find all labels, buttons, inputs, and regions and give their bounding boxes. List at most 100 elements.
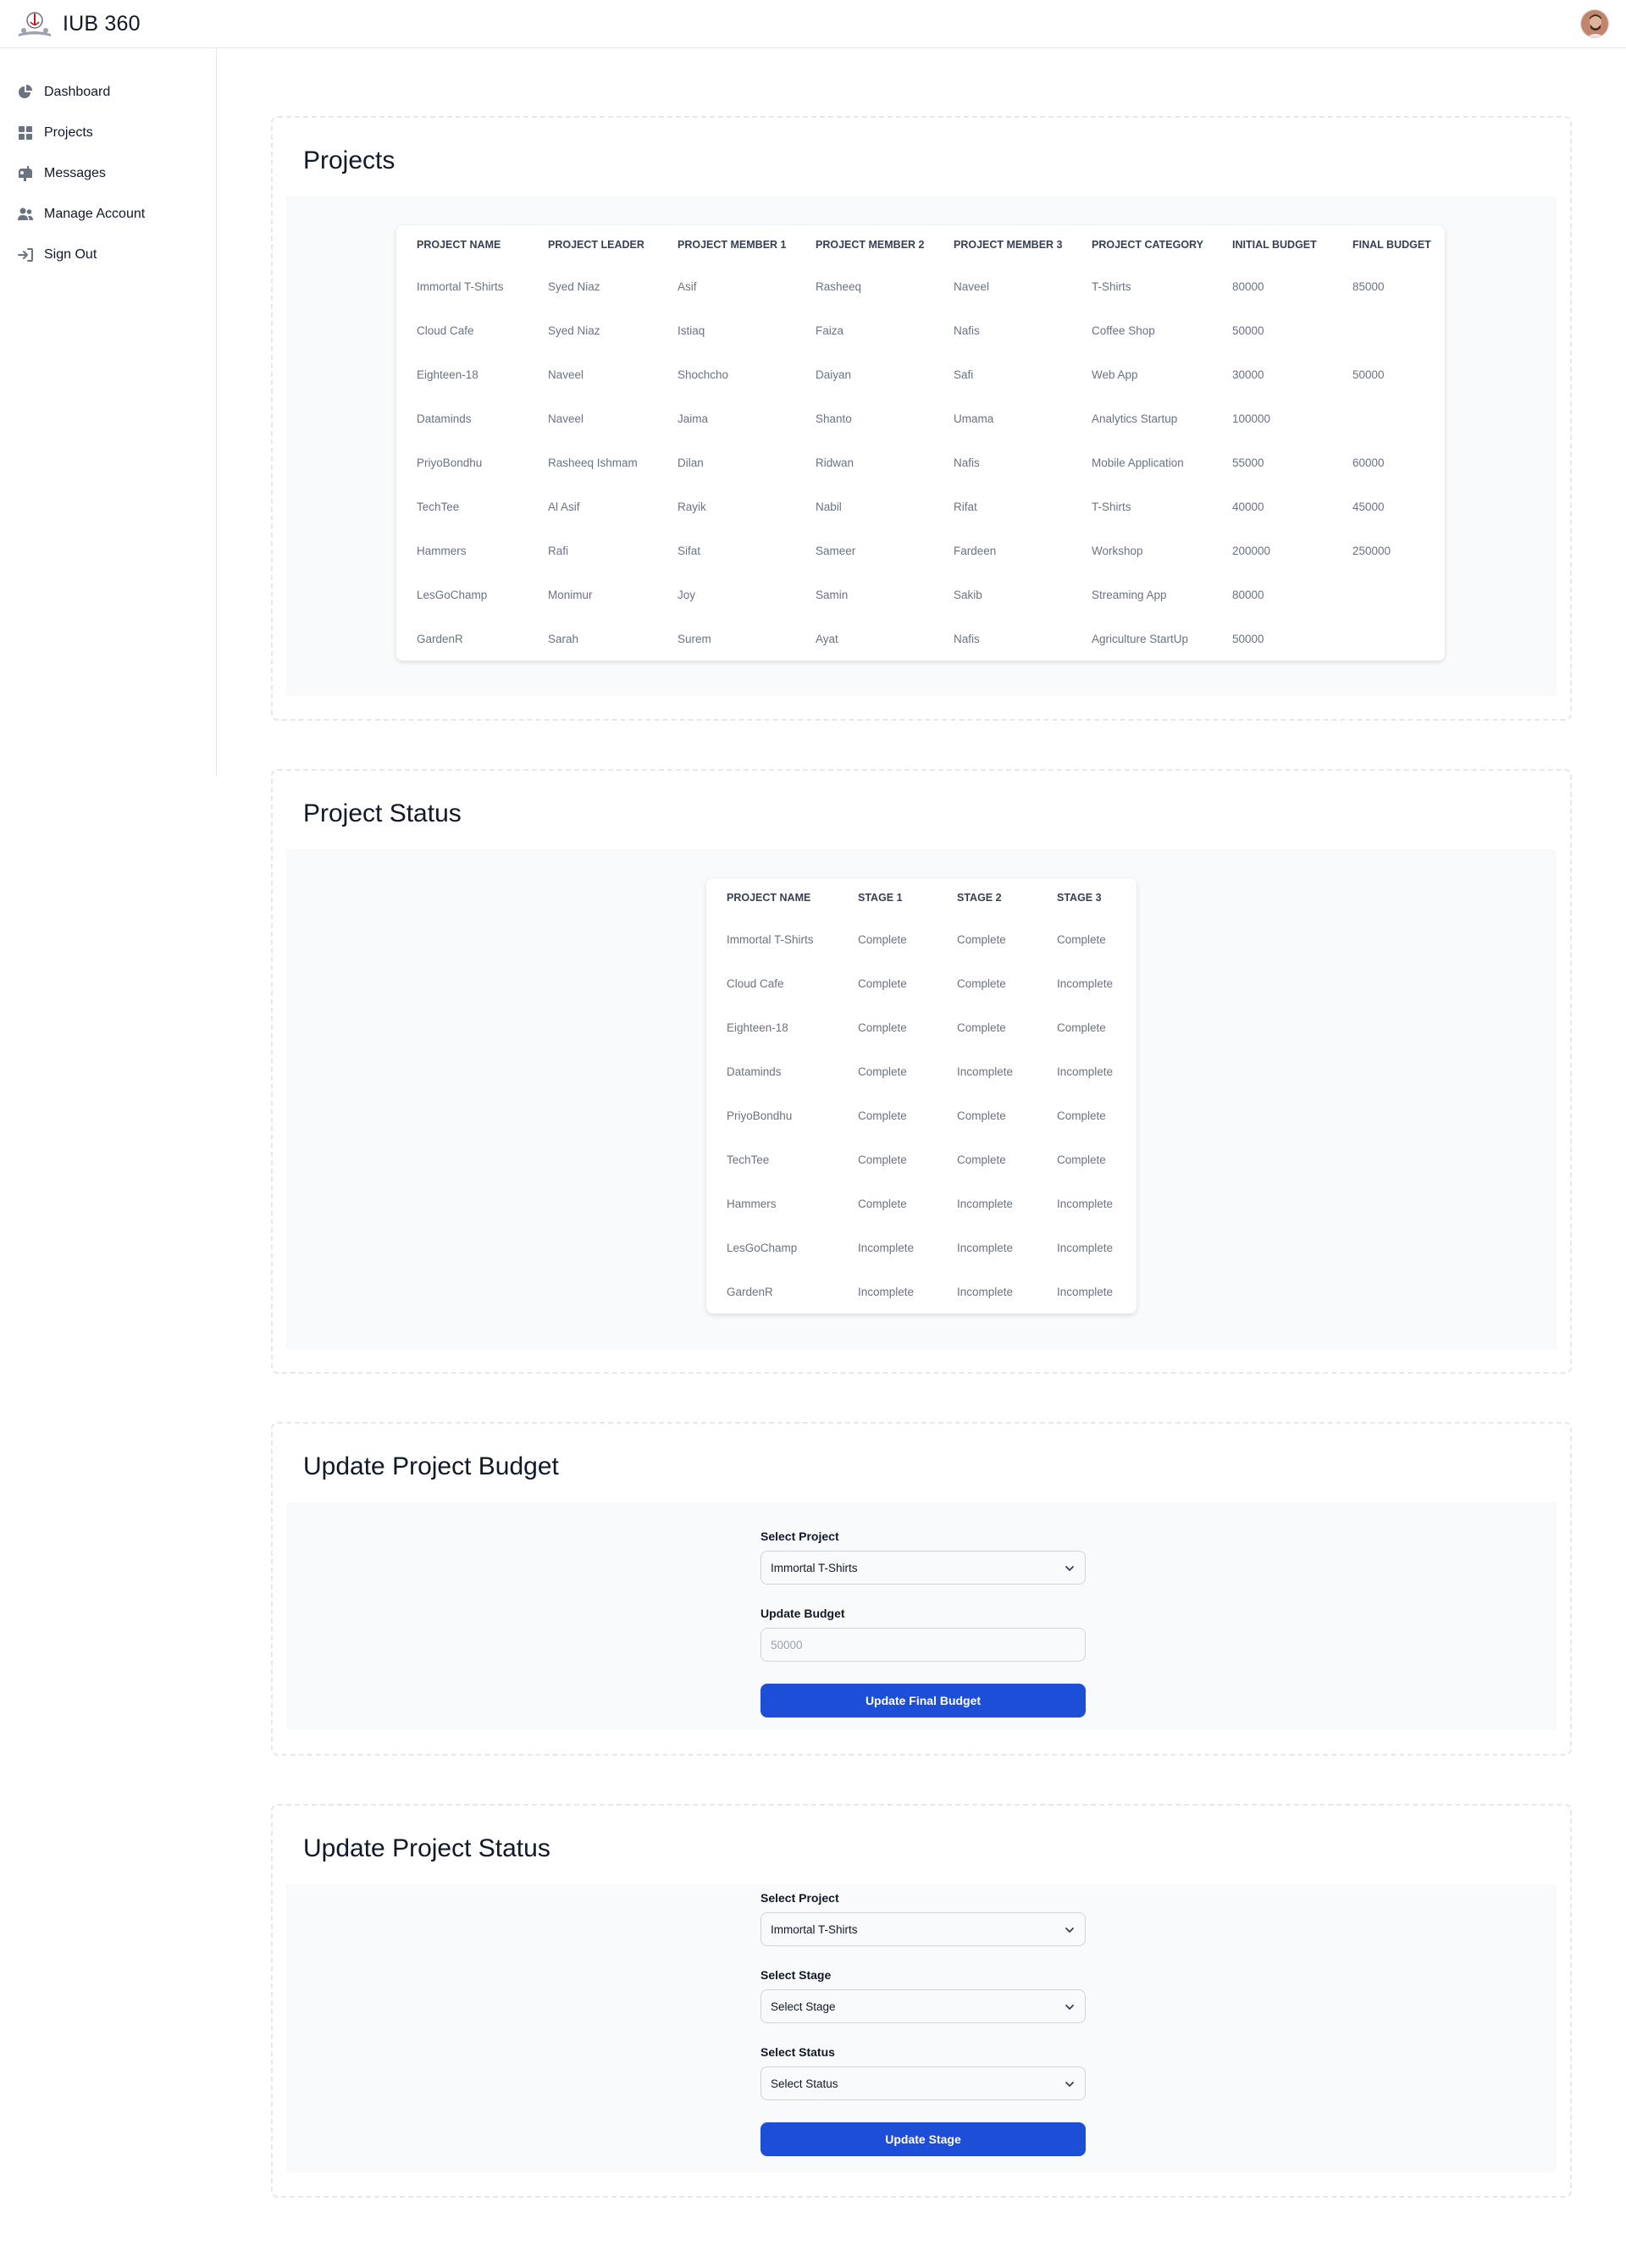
stage-select-value: Select Stage — [771, 2000, 836, 2013]
table-cell: Ridwan — [816, 456, 854, 469]
table-cell: Al Asif — [548, 500, 580, 513]
table-cell: 50000 — [1352, 368, 1385, 381]
table-cell: Streaming App — [1092, 588, 1167, 601]
status-table: Project Name Stage 1 Stage 2 Stage 3 Imm… — [706, 878, 1137, 1314]
table-cell: Complete — [1057, 1021, 1106, 1034]
table-cell: 80000 — [1232, 588, 1264, 601]
column-header: Project Category — [1092, 239, 1203, 251]
user-avatar[interactable] — [1580, 9, 1609, 38]
column-header: Project Name — [417, 239, 501, 251]
table-cell: T-Shirts — [1092, 500, 1131, 513]
table-header-row: Project Name Stage 1 Stage 2 Stage 3 — [706, 878, 1137, 917]
table-cell: PriyoBondhu — [417, 456, 483, 469]
table-cell: 50000 — [1232, 632, 1264, 645]
sidebar-item-manage-account[interactable]: Manage Account — [0, 194, 216, 235]
column-header: Stage 1 — [858, 892, 903, 904]
table-cell: Daiyan — [816, 368, 852, 381]
sidebar-item-dashboard[interactable]: Dashboard — [0, 72, 216, 113]
table-cell: Incomplete — [1057, 976, 1114, 990]
table-cell: Naveel — [548, 412, 584, 425]
table-cell: Complete — [957, 976, 1006, 990]
table-cell: 40000 — [1232, 500, 1264, 513]
table-cell: Incomplete — [1057, 1197, 1114, 1210]
sidebar-item-label: Messages — [44, 166, 106, 180]
table-row: Hammers Rafi Sifat Sameer Fardeen Worksh… — [396, 528, 1445, 573]
table-row: Immortal T-Shirts Syed Niaz Asif Rasheeq… — [396, 264, 1445, 308]
table-cell: 200000 — [1232, 544, 1271, 557]
table-cell: LesGoChamp — [417, 588, 488, 601]
budget-input[interactable] — [760, 1628, 1086, 1662]
table-row: Hammers Complete Incomplete Incomplete — [706, 1181, 1137, 1225]
table-row: Cloud Cafe Complete Complete Incomplete — [706, 961, 1137, 1005]
table-cell: 85000 — [1352, 279, 1385, 293]
table-cell: Incomplete — [957, 1065, 1014, 1078]
stage-select[interactable]: Select Stage — [760, 1989, 1086, 2023]
table-cell: 80000 — [1232, 279, 1264, 293]
update-status-form: Select Project Immortal T-Shirts Select … — [760, 1891, 1086, 2156]
project-select[interactable]: Immortal T-Shirts — [760, 1912, 1086, 1946]
table-cell: Shochcho — [678, 368, 729, 381]
table-cell: GardenR — [417, 632, 463, 645]
table-cell: Hammers — [417, 544, 467, 557]
status-select[interactable]: Select Status — [760, 2066, 1086, 2100]
table-cell: Incomplete — [957, 1197, 1014, 1210]
table-cell: Nabil — [816, 500, 842, 513]
table-cell: Workshop — [1092, 544, 1143, 557]
table-cell: PriyoBondhu — [727, 1109, 793, 1122]
table-cell: GardenR — [727, 1285, 773, 1298]
table-row: Eighteen-18 Naveel Shochcho Daiyan Safi … — [396, 352, 1445, 396]
chevron-down-icon — [1065, 2082, 1074, 2087]
sidebar-item-label: Sign Out — [44, 247, 97, 262]
brand[interactable]: IUB 360 — [15, 8, 141, 39]
column-header: Initial Budget — [1232, 239, 1317, 251]
table-cell: Monimur — [548, 588, 593, 601]
table-cell: Istiaq — [678, 324, 705, 337]
sidebar-item-projects[interactable]: Projects — [0, 113, 216, 153]
table-row: LesGoChamp Incomplete Incomplete Incompl… — [706, 1225, 1137, 1270]
table-cell: Complete — [858, 976, 907, 990]
table-row: GardenR Incomplete Incomplete Incomplete — [706, 1270, 1137, 1314]
table-cell — [1332, 308, 1445, 352]
table-cell: Incomplete — [1057, 1241, 1114, 1254]
sidebar-item-messages[interactable]: Messages — [0, 153, 216, 194]
projects-section: Projects Project Name Project Leader Pro… — [271, 116, 1572, 721]
table-row: TechTee Al Asif Rayik Nabil Rifat T-Shir… — [396, 484, 1445, 528]
table-cell: Joy — [678, 588, 696, 601]
table-cell: Safi — [954, 368, 974, 381]
status-table-card: Project Name Stage 1 Stage 2 Stage 3 Imm… — [706, 878, 1137, 1314]
table-cell: Complete — [1057, 1109, 1106, 1122]
column-header: Project Name — [727, 892, 811, 904]
table-cell: Incomplete — [858, 1241, 915, 1254]
table-cell: Fardeen — [954, 544, 997, 557]
table-cell: 250000 — [1352, 544, 1391, 557]
column-header: Final Budget — [1352, 239, 1431, 251]
table-cell: Syed Niaz — [548, 324, 600, 337]
update-status-section: Update Project Status Select Project Imm… — [271, 1804, 1572, 2198]
update-budget-form: Select Project Immortal T-Shirts Update … — [760, 1530, 1086, 1718]
select-project-label: Select Project — [760, 1891, 839, 1905]
table-cell: 100000 — [1232, 412, 1271, 425]
grid-icon — [19, 126, 32, 140]
table-cell: Umama — [954, 412, 994, 425]
table-cell: Nafis — [954, 632, 980, 645]
table-cell: Immortal T-Shirts — [417, 279, 504, 293]
table-cell: Complete — [957, 1153, 1006, 1166]
table-row: PriyoBondhu Rasheeq Ishmam Dilan Ridwan … — [396, 440, 1445, 484]
table-cell: Incomplete — [1057, 1285, 1114, 1298]
table-cell: Surem — [678, 632, 711, 645]
table-cell: TechTee — [417, 500, 460, 513]
project-select[interactable]: Immortal T-Shirts — [760, 1551, 1086, 1585]
update-stage-button[interactable]: Update Stage — [760, 2122, 1086, 2156]
table-cell: Immortal T-Shirts — [727, 932, 814, 946]
user-avatar-icon — [1581, 10, 1608, 37]
table-cell: Complete — [858, 1021, 907, 1034]
table-cell: Naveel — [548, 368, 584, 381]
table-row: Immortal T-Shirts Complete Complete Comp… — [706, 917, 1137, 961]
chevron-down-icon — [1065, 1928, 1074, 1933]
sidebar-item-sign-out[interactable]: Sign Out — [0, 235, 216, 275]
table-cell: Incomplete — [858, 1285, 915, 1298]
table-cell: Agriculture StartUp — [1092, 632, 1189, 645]
table-cell: 50000 — [1232, 324, 1264, 337]
projects-table-card: Project Name Project Leader Project Memb… — [396, 225, 1445, 661]
update-final-budget-button[interactable]: Update Final Budget — [760, 1684, 1086, 1718]
